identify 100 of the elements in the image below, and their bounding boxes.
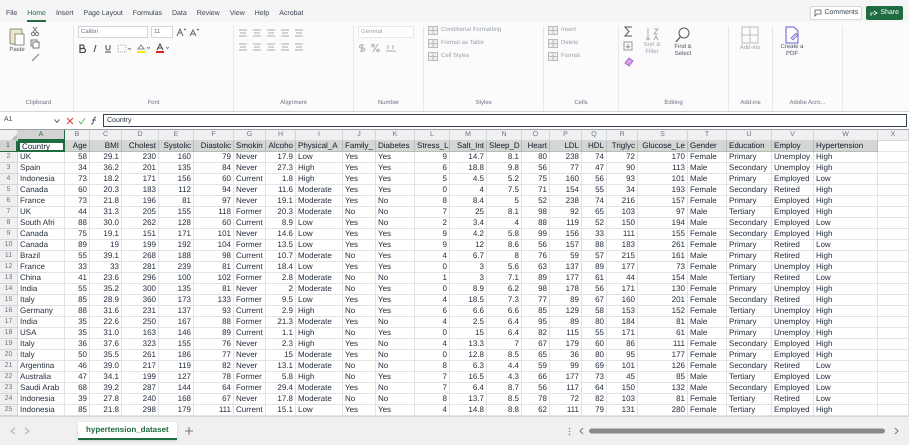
table-cell: Low xyxy=(814,218,878,229)
table-cell: Male xyxy=(688,218,727,229)
font-color-icon[interactable] xyxy=(155,43,169,53)
function-icon[interactable] xyxy=(90,116,99,125)
sum-icon[interactable] xyxy=(623,26,635,37)
cancel-icon[interactable] xyxy=(66,116,74,124)
table-cell: 100 xyxy=(159,273,194,284)
eraser-icon[interactable] xyxy=(623,56,635,67)
table-cell: 56 xyxy=(582,174,607,185)
table-cell: Former xyxy=(234,295,266,306)
table-cell: Moderate xyxy=(296,207,343,218)
align-icon[interactable] xyxy=(252,28,262,38)
table-cell: Primary xyxy=(727,196,772,207)
table-cell: 132 xyxy=(638,383,688,394)
table-cell: Female xyxy=(688,262,727,273)
table-cell: 101 xyxy=(638,174,688,185)
grid-icon xyxy=(428,26,438,35)
sheet-tab[interactable]: hypertension_dataset xyxy=(78,422,177,440)
align-icon[interactable] xyxy=(280,28,290,38)
empty-cell xyxy=(878,273,909,284)
decimal-icon[interactable] xyxy=(385,43,397,53)
table-cell: 8.9 xyxy=(266,218,296,229)
plus-icon[interactable] xyxy=(184,427,193,435)
table-cell: Yes xyxy=(343,229,376,240)
grow-font-icon[interactable] xyxy=(176,27,186,37)
empty-cell xyxy=(878,262,909,273)
table-cell: 323 xyxy=(122,339,159,350)
table-cell: Italy xyxy=(18,295,65,306)
table-cell: 95 xyxy=(522,317,550,328)
table-cell: Female xyxy=(688,240,727,251)
italic-icon[interactable] xyxy=(91,44,99,52)
table-cell: 20.3 xyxy=(266,207,296,218)
table-cell: 240 xyxy=(122,394,159,405)
fill-color-icon[interactable] xyxy=(136,43,150,53)
table-cell: 81 xyxy=(194,284,234,295)
table-cell: 156 xyxy=(550,229,582,240)
table-cell: 8 xyxy=(415,361,450,372)
align-icon[interactable] xyxy=(266,28,276,38)
table-cell: 239 xyxy=(159,262,194,273)
currency-icon[interactable] xyxy=(358,43,366,53)
borders-icon[interactable] xyxy=(117,44,131,52)
table-cell: 230 xyxy=(122,152,159,163)
bold-icon[interactable] xyxy=(78,44,86,52)
next-sheet-icon[interactable] xyxy=(24,427,30,435)
align-icon[interactable] xyxy=(294,42,304,52)
align-icon[interactable] xyxy=(266,42,276,52)
table-cell: 39 xyxy=(65,394,90,405)
align-icon[interactable] xyxy=(294,28,304,38)
header-cell: Smokin xyxy=(234,141,266,152)
more-icon[interactable] xyxy=(568,426,571,436)
table-cell: 19.1 xyxy=(266,196,296,207)
table-cell: Secondary xyxy=(727,185,772,196)
copy-icon[interactable] xyxy=(30,39,40,49)
table-cell: 137 xyxy=(159,306,194,317)
table-cell: Yes xyxy=(376,306,415,317)
align-icon[interactable] xyxy=(238,28,248,38)
check-icon[interactable] xyxy=(78,116,86,124)
table-cell: Never xyxy=(234,394,266,405)
table-cell: Female xyxy=(688,306,727,317)
table-cell: Never xyxy=(234,152,266,163)
table-cell: 82 xyxy=(522,328,550,339)
align-icon[interactable] xyxy=(280,42,290,52)
table-cell: 9.8 xyxy=(487,163,522,174)
table-cell: 1.8 xyxy=(266,174,296,185)
table-cell: Never xyxy=(234,229,266,240)
table-cell: High xyxy=(814,284,878,295)
table-cell: 155 xyxy=(159,339,194,350)
grid-icon xyxy=(548,39,558,48)
horizontal-scrollbar[interactable] xyxy=(579,427,899,435)
table-cell: India xyxy=(18,317,65,328)
table-cell: 35.2 xyxy=(90,284,122,295)
table-cell: 300 xyxy=(122,284,159,295)
align-icon[interactable] xyxy=(252,42,262,52)
table-cell: 177 xyxy=(550,273,582,284)
table-cell: High xyxy=(296,174,343,185)
grid-icon xyxy=(428,39,438,48)
previous-sheet-icon[interactable] xyxy=(10,427,16,435)
table-cell: 2.9 xyxy=(266,306,296,317)
shrink-font-icon[interactable] xyxy=(189,27,199,37)
table-cell: High xyxy=(296,372,343,383)
table-cell: High xyxy=(296,339,343,350)
empty-cell xyxy=(878,174,909,185)
percent-icon[interactable] xyxy=(371,43,380,53)
table-cell: China xyxy=(18,273,65,284)
align-icon[interactable] xyxy=(238,42,248,52)
table-cell: No xyxy=(376,218,415,229)
table-cell: Unemploy xyxy=(772,163,814,174)
table-cell: Unemploy xyxy=(772,306,814,317)
table-cell: 89 xyxy=(582,262,607,273)
underline-icon[interactable] xyxy=(104,44,112,52)
table-cell: Tertiary xyxy=(727,207,772,218)
cut-icon[interactable] xyxy=(30,26,40,36)
table-cell: 23.6 xyxy=(90,273,122,284)
table-cell: 3 xyxy=(450,262,487,273)
table-cell: 135 xyxy=(159,284,194,295)
table-cell: Yes xyxy=(343,152,376,163)
table-cell: 183 xyxy=(607,240,638,251)
table-cell: Yes xyxy=(343,240,376,251)
table-cell: 8.4 xyxy=(450,196,487,207)
table-cell: 20.3 xyxy=(90,185,122,196)
